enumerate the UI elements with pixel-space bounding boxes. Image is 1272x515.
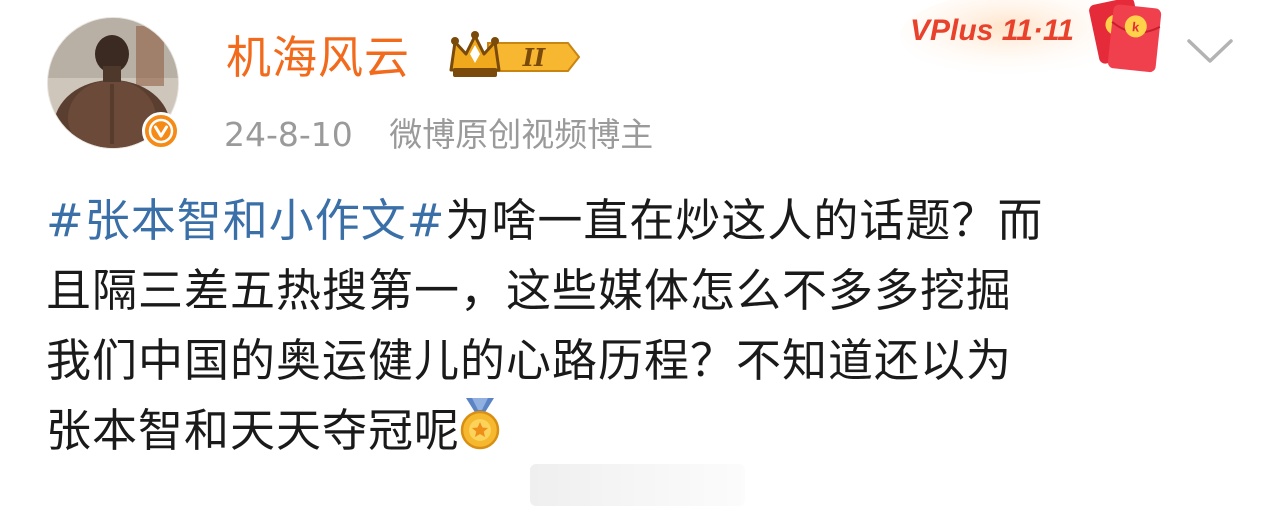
post-line-1: #张本智和小作文#为啥一直在炒这人的话题？而 [46,186,1236,256]
post-line-3: 我们中国的奥运健儿的心路历程？不知道还以为 [46,334,1013,387]
post-meta: 24-8-10 微博原创视频博主 [224,111,653,159]
post-body: #张本智和小作文#为啥一直在炒这人的话题？而 且隔三差五热搜第一，这些媒体怎么不… [46,186,1236,466]
post-line-1-text: 为啥一直在炒这人的话题？而 [445,194,1044,247]
vip-level-text: II [522,43,546,72]
vip-level-badge[interactable]: II [448,30,581,84]
text-blur-overlay [530,464,745,506]
hashtag-link[interactable]: #张本智和小作文# [46,194,445,247]
username[interactable]: 机海风云 [226,28,410,88]
verified-v-icon [148,118,174,144]
avatar-wrap[interactable] [47,17,181,151]
crown-vip-icon: II [449,31,581,77]
gold-medal-icon [456,396,504,452]
user-title: 微博原创视频博主 [389,115,654,154]
vplus-1111-promo-icon: VPlus 11·11 k [900,0,1162,80]
more-options-button[interactable] [1182,32,1238,70]
post-line-2: 且隔三差五热搜第一，这些媒体怎么不多多挖掘 [46,264,1013,317]
promo-text: VPlus 11·11 [910,14,1074,47]
verified-badge [142,112,180,150]
post-date[interactable]: 24-8-10 [224,115,353,154]
chevron-down-icon [1187,39,1233,63]
vplus-promo[interactable]: VPlus 11·11 k [900,0,1180,80]
post-line-4-text: 张本智和天天夺冠呢 [46,404,461,457]
post-line-4: 张本智和天天夺冠呢 [46,396,1236,466]
